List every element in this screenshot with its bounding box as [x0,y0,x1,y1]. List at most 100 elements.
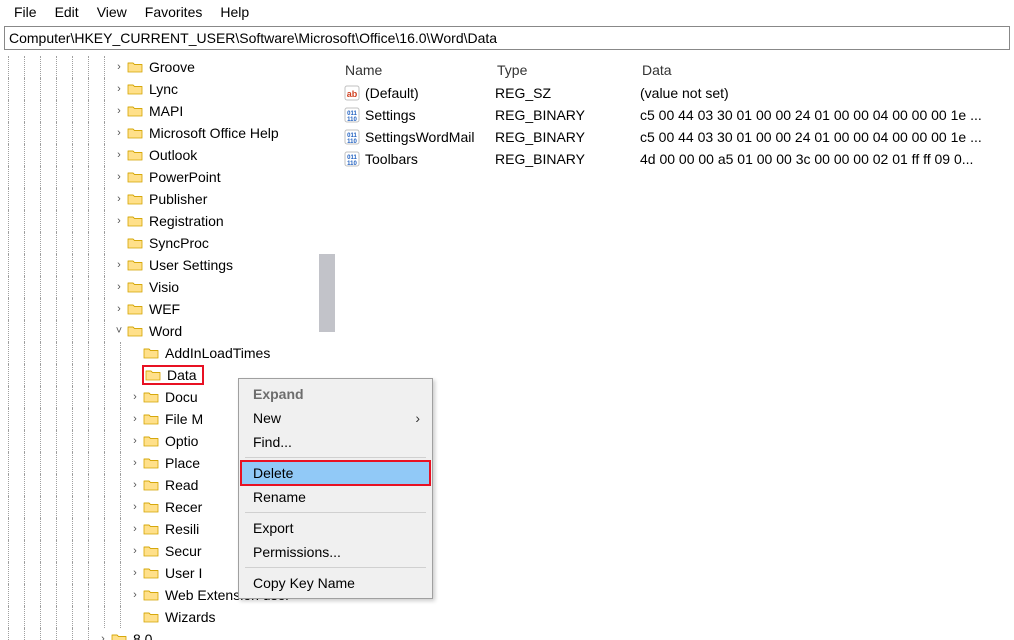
tree-item-label: AddInLoadTimes [162,345,273,361]
svg-text:ab: ab [347,89,358,99]
tree-item-outlook[interactable]: › Outlook [0,144,335,166]
ctx-find[interactable]: Find... [241,430,430,454]
chevron-right-icon[interactable]: › [112,193,126,205]
value-type: REG_BINARY [495,129,640,145]
chevron-right-icon[interactable]: › [112,83,126,95]
ctx-rename[interactable]: Rename [241,485,430,509]
tree-item-publisher[interactable]: › Publisher [0,188,335,210]
chevron-right-icon[interactable]: › [128,435,142,447]
chevron-right-icon[interactable]: › [112,303,126,315]
folder-icon [142,389,160,405]
chevron-right-icon[interactable]: › [112,149,126,161]
ctx-copy-key[interactable]: Copy Key Name [241,571,430,595]
value-row[interactable]: 011110ToolbarsREG_BINARY4d 00 00 00 a5 0… [339,148,1014,170]
ctx-new[interactable]: New [241,406,430,430]
tree-item-wizards[interactable]: Wizards [0,606,335,628]
col-type[interactable]: Type [491,58,636,82]
folder-icon [126,103,144,119]
ctx-delete[interactable]: Delete [241,461,430,485]
chevron-down-icon[interactable]: ˅ [112,325,126,337]
col-name[interactable]: Name [339,58,491,82]
folder-icon [142,565,160,581]
tree-item-powerpoint[interactable]: ›PowerPoint [0,166,335,188]
chevron-right-icon[interactable]: › [128,545,142,557]
ctx-expand: Expand [241,382,430,406]
tree-item-mapi[interactable]: ›MAPI [0,100,335,122]
selected-tree-item[interactable]: Data [142,365,204,385]
tree-item-label: Wizards [162,609,219,625]
tree-item-label: Place [162,455,203,471]
ctx-permissions[interactable]: Permissions... [241,540,430,564]
chevron-right-icon[interactable]: › [112,61,126,73]
folder-icon [126,125,144,141]
tree-item-label: Publisher [146,191,210,207]
tree-item-microsoft-office-help[interactable]: › Microsoft Office Help [0,122,335,144]
reg-binary-icon: 011110 [343,128,361,146]
folder-icon [142,411,160,427]
value-name: Settings [365,107,495,123]
folder-icon [142,433,160,449]
folder-icon [126,301,144,317]
tree-item-label: Outlook [146,147,200,163]
chevron-right-icon[interactable]: › [112,127,126,139]
tree-item-user-settings[interactable]: ›User Settings [0,254,335,276]
tree-item-lync[interactable]: › Lync [0,78,335,100]
value-name: Toolbars [365,151,495,167]
context-menu: Expand New Find... Delete Rename Export … [238,378,433,599]
svg-text:110: 110 [347,139,357,145]
separator [245,567,426,568]
menu-file[interactable]: File [6,2,45,22]
separator [245,512,426,513]
chevron-right-icon[interactable]: › [128,567,142,579]
folder-icon [142,543,160,559]
chevron-right-icon[interactable]: › [128,523,142,535]
tree-item-syncproc[interactable]: SyncProc [0,232,335,254]
value-data: c5 00 44 03 30 01 00 00 24 01 00 00 04 0… [640,107,1014,123]
chevron-right-icon[interactable]: › [112,105,126,117]
folder-icon [126,279,144,295]
tree-item-label: Secur [162,543,205,559]
chevron-right-icon[interactable]: › [128,479,142,491]
tree-item-label: Optio [162,433,201,449]
address-bar[interactable]: Computer\HKEY_CURRENT_USER\Software\Micr… [4,26,1010,50]
chevron-right-icon[interactable]: › [128,501,142,513]
chevron-right-icon[interactable]: › [112,171,126,183]
tree-item-word[interactable]: ˅Word [0,320,335,342]
menu-help[interactable]: Help [212,2,257,22]
tree-item-8-0[interactable]: ›8.0 [0,628,335,640]
tree-item-label: Registration [146,213,227,229]
menu-favorites[interactable]: Favorites [137,2,211,22]
chevron-right-icon[interactable]: › [112,215,126,227]
chevron-right-icon[interactable]: › [128,457,142,469]
menu-edit[interactable]: Edit [47,2,87,22]
tree-item-visio[interactable]: ›Visio [0,276,335,298]
ctx-export[interactable]: Export [241,516,430,540]
chevron-right-icon[interactable]: › [96,633,110,640]
folder-icon [126,191,144,207]
tree-item-registration[interactable]: › Registration [0,210,335,232]
col-data[interactable]: Data [636,58,1014,82]
tree-item-label: Microsoft Office Help [146,125,282,141]
folder-icon [126,323,144,339]
chevron-right-icon[interactable]: › [128,589,142,601]
tree-item-label: WEF [146,301,183,317]
tree-item-addinloadtimes[interactable]: AddInLoadTimes [0,342,335,364]
folder-icon [142,499,160,515]
chevron-right-icon[interactable]: › [128,391,142,403]
list-pane[interactable]: Name Type Data ab(Default)REG_SZ(value n… [339,54,1014,640]
tree-item-label: Lync [146,81,181,97]
separator [245,457,426,458]
chevron-right-icon[interactable]: › [112,259,126,271]
value-row[interactable]: 011110SettingsREG_BINARYc5 00 44 03 30 0… [339,104,1014,126]
chevron-right-icon[interactable]: › [112,281,126,293]
chevron-right-icon[interactable]: › [128,413,142,425]
reg-binary-icon: 011110 [343,150,361,168]
scroll-thumb[interactable] [319,254,335,332]
value-row[interactable]: ab(Default)REG_SZ(value not set) [339,82,1014,104]
menu-view[interactable]: View [89,2,135,22]
value-row[interactable]: 011110SettingsWordMailREG_BINARYc5 00 44… [339,126,1014,148]
value-type: REG_BINARY [495,151,640,167]
tree-item-label: Recer [162,499,205,515]
tree-item-wef[interactable]: › WEF [0,298,335,320]
tree-item-groove[interactable]: ›Groove [0,56,335,78]
